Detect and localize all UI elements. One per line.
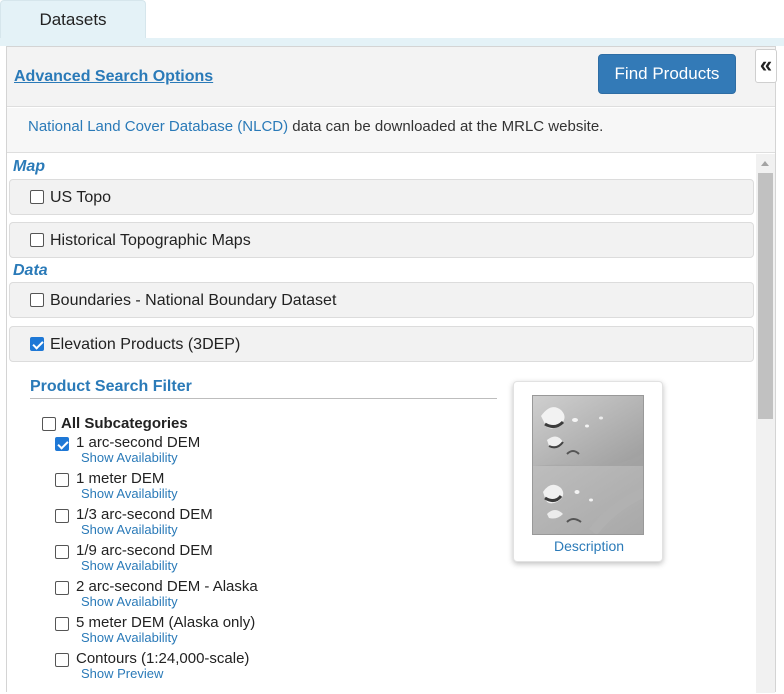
checkbox[interactable] [55,473,69,487]
checkbox-checked[interactable] [30,337,44,351]
description-card: Description [513,381,663,562]
product-search-filter-title: Product Search Filter [30,378,192,395]
subcategory-label: Contours (1:24,000-scale) [76,650,250,667]
show-availability-link[interactable]: Show Availability [81,558,178,573]
subcategory-label: 5 meter DEM (Alaska only) [76,614,256,631]
description-link[interactable]: Description [514,538,664,554]
subcategory-label: 1 arc-second DEM [76,434,201,451]
dataset-item-elevation[interactable]: Elevation Products (3DEP) [9,326,754,362]
section-label-data: Data [13,262,48,279]
show-preview-link[interactable]: Show Preview [81,666,163,681]
dataset-item-label: Historical Topographic Maps [50,232,251,249]
subcategory-label: 1 meter DEM [76,470,165,487]
dataset-item-boundaries[interactable]: Boundaries - National Boundary Dataset [9,282,754,318]
checkbox[interactable] [55,653,69,667]
section-label-map: Map [13,158,45,175]
tab-datasets[interactable]: Datasets [0,0,146,38]
dataset-item-label: Boundaries - National Boundary Dataset [50,292,337,309]
filter-divider [30,398,497,399]
show-availability-link[interactable]: Show Availability [81,486,178,501]
checkbox[interactable] [55,509,69,523]
checkbox[interactable] [30,190,44,204]
checkbox[interactable] [30,233,44,247]
checkbox[interactable] [55,581,69,595]
subcategory-label: 2 arc-second DEM - Alaska [76,578,258,595]
subcategory-label: 1/9 arc-second DEM [76,542,213,559]
find-products-button[interactable]: Find Products [598,54,736,94]
scroll-up-arrow-icon[interactable] [761,161,769,166]
show-availability-link[interactable]: Show Availability [81,630,178,645]
vertical-scrollbar[interactable] [756,154,775,693]
dataset-item-historical-topo[interactable]: Historical Topographic Maps [9,222,754,258]
tab-strip [0,38,784,46]
nlcd-info-text: data can be downloaded at the MRLC websi… [288,118,604,135]
show-availability-link[interactable]: Show Availability [81,522,178,537]
collapse-panel-button[interactable]: « [755,49,777,83]
shaded-relief-image [533,396,643,534]
dataset-list: Map US Topo Historical Topographic Maps … [7,154,754,694]
nlcd-link[interactable]: National Land Cover Database (NLCD) [28,118,288,135]
checkbox[interactable] [55,545,69,559]
checkbox-checked[interactable] [55,437,69,451]
show-availability-link[interactable]: Show Availability [81,594,178,609]
panel-header: Advanced Search Options Find Products [7,47,775,107]
nlcd-info-bar: National Land Cover Database (NLCD) data… [7,108,775,153]
all-subcategories-label: All Subcategories [61,415,188,432]
checkbox[interactable] [55,617,69,631]
subcategory-label: 1/3 arc-second DEM [76,506,213,523]
checkbox[interactable] [42,417,56,431]
advanced-search-link[interactable]: Advanced Search Options [14,68,213,86]
show-availability-link[interactable]: Show Availability [81,450,178,465]
dataset-item-us-topo[interactable]: US Topo [9,179,754,215]
dataset-item-label: US Topo [50,189,112,206]
checkbox[interactable] [30,293,44,307]
scroll-thumb[interactable] [758,173,773,419]
datasets-panel: Advanced Search Options Find Products Na… [6,46,776,694]
dataset-item-label: Elevation Products (3DEP) [50,336,241,353]
elevation-thumbnail[interactable] [532,395,644,535]
